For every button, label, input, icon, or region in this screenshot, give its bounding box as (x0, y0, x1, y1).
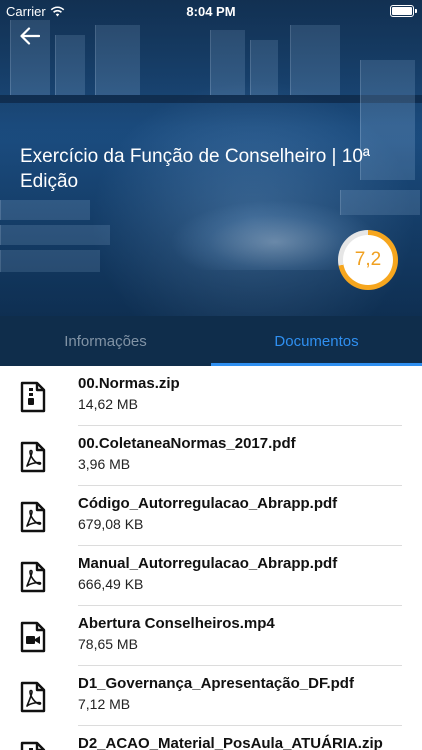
document-item[interactable]: 00.ColetaneaNormas_2017.pdf 3,96 MB (0, 426, 422, 486)
clock: 8:04 PM (186, 3, 236, 19)
pdf-file-icon (20, 441, 46, 473)
pdf-file-icon (20, 501, 46, 533)
document-size: 3,96 MB (78, 456, 131, 472)
zip-file-icon (20, 741, 46, 750)
document-item[interactable]: Abertura Conselheiros.mp4 78,65 MB (0, 606, 422, 666)
document-size: 666,49 KB (78, 576, 144, 592)
tab-documentos[interactable]: Documentos (211, 316, 422, 366)
tab-informacoes-label: Informações (64, 332, 147, 350)
document-name: Manual_Autorregulacao_Abrapp.pdf (78, 555, 338, 572)
document-item[interactable]: Manual_Autorregulacao_Abrapp.pdf 666,49 … (0, 546, 422, 606)
document-name: 00.ColetaneaNormas_2017.pdf (78, 435, 296, 452)
pdf-file-icon (20, 561, 46, 593)
document-list: 00.Normas.zip 14,62 MB 00.ColetaneaNorma… (0, 366, 422, 750)
score-badge: 7,2 (338, 230, 398, 290)
document-size: 679,08 KB (78, 516, 144, 532)
zip-file-icon (20, 381, 46, 413)
score-value: 7,2 (354, 249, 382, 270)
status-bar: Carrier 8:04 PM (0, 0, 422, 22)
tab-informacoes[interactable]: Informações (0, 316, 211, 366)
video-file-icon (20, 621, 46, 653)
pdf-file-icon (20, 681, 46, 713)
document-size: 7,12 MB (78, 696, 131, 712)
document-name: D2_ACAO_Material_PosAula_ATUÁRIA.zip (78, 735, 383, 750)
tab-bar: Informações Documentos (0, 316, 422, 366)
document-name: Código_Autorregulacao_Abrapp.pdf (78, 495, 338, 512)
document-size: 14,62 MB (78, 396, 138, 412)
document-item[interactable]: D2_ACAO_Material_PosAula_ATUÁRIA.zip (0, 726, 422, 750)
back-button[interactable] (14, 22, 46, 50)
document-item[interactable]: 00.Normas.zip 14,62 MB (0, 366, 422, 426)
document-name: Abertura Conselheiros.mp4 (78, 615, 275, 632)
tab-documentos-label: Documentos (274, 332, 359, 350)
document-item[interactable]: D1_Governança_Apresentação_DF.pdf 7,12 M… (0, 666, 422, 726)
document-name: 00.Normas.zip (78, 375, 180, 392)
document-name: D1_Governança_Apresentação_DF.pdf (78, 675, 354, 692)
battery-icon (390, 5, 417, 17)
document-size: 78,65 MB (78, 636, 138, 652)
course-title: Exercício da Função de Conselheiro | 10ª… (20, 146, 370, 192)
document-item[interactable]: Código_Autorregulacao_Abrapp.pdf 679,08 … (0, 486, 422, 546)
arrow-left-icon (20, 27, 40, 45)
